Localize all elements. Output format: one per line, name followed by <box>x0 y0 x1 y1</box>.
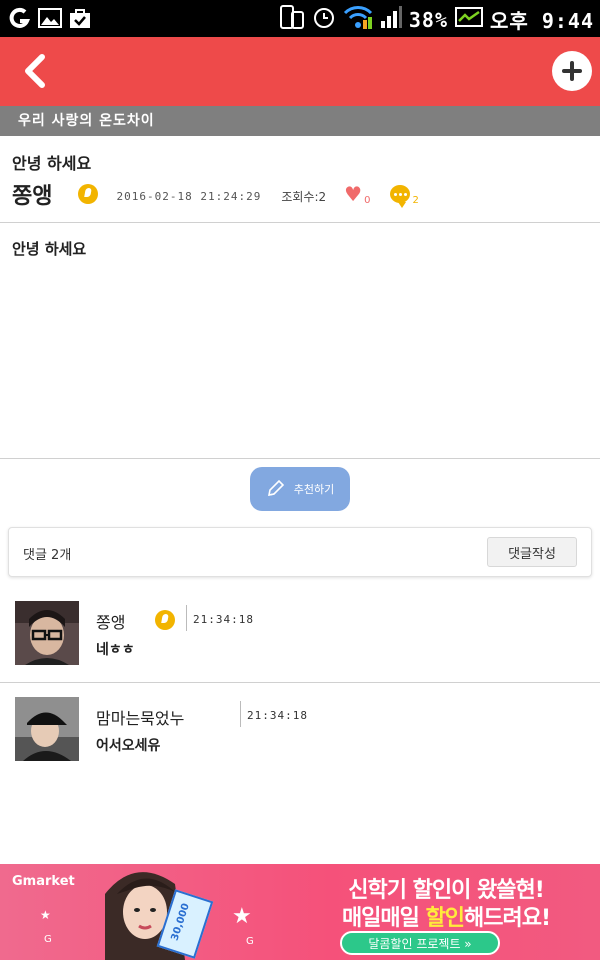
alarm-icon <box>312 5 336 34</box>
ad-subheadline-part: 매일매일 <box>341 906 426 931</box>
post-title: 안녕 하세요 <box>12 154 92 173</box>
comment-section-header: 댓글 2개 댓글작성 <box>8 527 592 577</box>
battery-percent: 38% <box>408 7 448 32</box>
shopping-bag-icon <box>68 6 92 30</box>
avatar[interactable] <box>15 601 79 665</box>
add-post-button[interactable] <box>552 51 592 91</box>
wifi-icon <box>343 4 373 35</box>
board-category: 우리 사랑의 온도차이 <box>0 106 600 136</box>
post-date: 2016-02-18 21:24:29 <box>116 189 262 203</box>
like-count: 0 <box>364 194 371 206</box>
notification-icons <box>8 6 92 30</box>
star-icon: ★ <box>40 908 51 922</box>
ad-brand-logo: Gmarket <box>12 874 75 889</box>
post-body: 안녕 하세요 <box>12 240 87 258</box>
divider <box>0 458 600 459</box>
app-header <box>0 37 600 106</box>
comment-bubble-icon <box>390 185 411 208</box>
status-bar: 38% 오후 9:44 <box>0 0 600 37</box>
write-comment-button[interactable]: 댓글작성 <box>487 537 577 567</box>
comment-text: 어서오세유 <box>96 738 161 754</box>
chevron-left-icon <box>16 54 56 95</box>
comment-author[interactable]: 쫑앵 <box>96 609 125 633</box>
battery-icon <box>454 5 483 34</box>
app-notification-icon <box>8 6 32 30</box>
heart-icon[interactable]: ♥ <box>344 182 362 206</box>
divider <box>0 682 600 683</box>
signal-icon <box>380 5 402 34</box>
level-badge-icon <box>78 184 99 204</box>
recommend-label: 추천하기 <box>293 483 335 496</box>
level-badge-icon <box>155 610 175 630</box>
comment-item: 맘마는묵었누 21:34:18 어서오세유 <box>0 697 600 783</box>
post-author[interactable]: 쫑앵 <box>12 178 52 210</box>
ad-subheadline: 매일매일 할인해드려요! <box>300 900 592 932</box>
comment-time: 21:34:18 <box>247 709 308 722</box>
recommend-button[interactable]: 추천하기 <box>250 467 350 511</box>
ad-banner[interactable]: Gmarket ★ ★ 30,000 G G 신학기 할인이 왔쓸현! 매일매일… <box>0 864 600 960</box>
comment-item: 쫑앵 21:34:18 네ㅎㅎ <box>0 601 600 687</box>
comment-count: 2 <box>412 194 419 206</box>
ad-subheadline-part: 해드려요! <box>464 906 551 931</box>
comment-author[interactable]: 맘마는묵었누 <box>96 705 184 729</box>
post-meta: 쫑앵 2016-02-18 21:24:29 조회수:2 ♥ 0 2 <box>12 178 592 210</box>
ad-subheadline-highlight: 할인 <box>425 906 465 931</box>
comment-count-label: 댓글 2개 <box>23 548 72 563</box>
separator <box>186 605 187 631</box>
divider <box>0 222 600 223</box>
back-button[interactable] <box>16 51 56 91</box>
ad-mark-icon: G <box>246 936 254 947</box>
avatar[interactable] <box>15 697 79 761</box>
separator <box>240 701 241 727</box>
system-indicators: 38% 오후 9:44 <box>279 4 594 35</box>
post-views: 조회수:2 <box>281 189 327 204</box>
ad-cta-button[interactable]: 달콤할인 프로젝트 » <box>340 931 500 955</box>
image-notification-icon <box>38 6 62 30</box>
comment-text: 네ㅎㅎ <box>96 642 135 658</box>
comment-time: 21:34:18 <box>193 613 254 626</box>
pencil-icon <box>266 478 286 501</box>
clock: 오후 9:44 <box>489 9 594 33</box>
phone-sync-icon <box>279 4 305 35</box>
star-icon: ★ <box>232 904 252 929</box>
coupon-value: 30,000 <box>169 902 192 943</box>
ad-mark-icon: G <box>44 934 52 945</box>
